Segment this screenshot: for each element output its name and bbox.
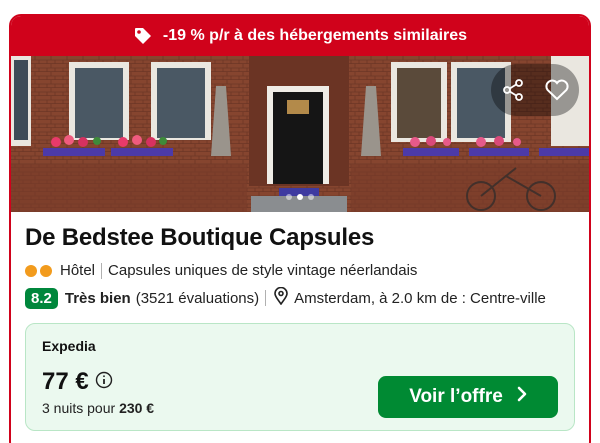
star-dot-icon — [40, 264, 52, 277]
info-icon[interactable] — [95, 371, 113, 394]
share-icon[interactable] — [495, 72, 531, 108]
total-price: 230 € — [119, 400, 155, 416]
star-dot-icon — [25, 264, 37, 277]
rating-score-badge: 8.2 — [25, 287, 58, 309]
location-text[interactable]: Amsterdam, à 2.0 km de : Centre-ville — [294, 290, 546, 307]
deal-box[interactable]: Expedia 77 € 3 nuits pour 230 € Voir l’o… — [25, 323, 575, 431]
nightly-price: 77 € — [42, 368, 89, 395]
rating-row: 8.2 Très bien (3521 évaluations) Amsterd… — [25, 286, 575, 309]
hotel-info: De Bedstee Boutique Capsules Hôtel Capsu… — [11, 212, 589, 431]
divider — [101, 262, 103, 279]
tag-icon — [133, 26, 153, 46]
hotel-name[interactable]: De Bedstee Boutique Capsules — [25, 224, 575, 252]
carousel-dots — [286, 194, 314, 200]
hotel-description: Capsules uniques de style vintage néerla… — [108, 262, 418, 279]
review-count[interactable]: (3521 évaluations) — [136, 290, 259, 307]
view-offer-button[interactable]: Voir l’offre — [378, 376, 558, 418]
hotel-type: Hôtel — [60, 262, 96, 279]
discount-banner: -19 % p/r à des hébergements similaires — [11, 16, 589, 56]
hotel-card[interactable]: -19 % p/r à des hébergements similaires — [9, 14, 591, 443]
hotel-photo[interactable] — [11, 56, 589, 212]
location-pin-icon — [274, 286, 288, 309]
discount-text: -19 % p/r à des hébergements similaires — [162, 27, 468, 44]
carousel-dot[interactable] — [286, 194, 292, 200]
divider — [265, 290, 267, 306]
hotel-meta: Hôtel Capsules uniques de style vintage … — [25, 262, 575, 279]
carousel-dot[interactable] — [308, 194, 314, 200]
nights-label: 3 nuits pour — [42, 400, 116, 416]
heart-icon[interactable] — [539, 72, 575, 108]
provider-name: Expedia — [42, 338, 96, 354]
photo-actions — [491, 64, 579, 116]
rating-label: Très bien — [64, 289, 131, 307]
chevron-right-icon — [517, 386, 527, 408]
view-offer-label: Voir l’offre — [409, 386, 503, 407]
carousel-dot-active[interactable] — [297, 194, 303, 200]
star-rating — [25, 264, 52, 277]
